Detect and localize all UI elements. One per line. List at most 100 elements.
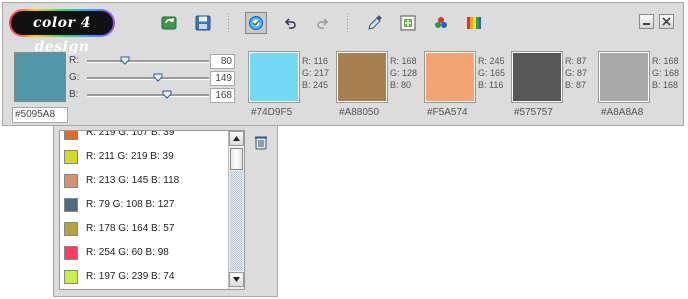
history-list-item[interactable]: R: 213 G: 145 B: 118 <box>60 170 228 194</box>
history-panel: R: 219 G: 107 B: 39 R: 211 G: 219 B: 39 R:… <box>53 126 278 297</box>
swatch-r: R: 87 <box>565 56 587 66</box>
swatch-hex: #A88050 <box>339 107 380 118</box>
red-value[interactable]: 80 <box>210 54 235 69</box>
green-value[interactable]: 149 <box>210 71 235 86</box>
color-swatch[interactable]: R: 116 G: 217 B: 245 #74D9F5 <box>248 51 337 122</box>
toolbar: color 4 design <box>3 3 683 55</box>
scroll-up-button[interactable] <box>229 131 244 146</box>
green-slider[interactable] <box>87 73 209 82</box>
swatch-rgb: R: 168 G: 168 B: 168 <box>652 55 679 91</box>
swatch-r: R: 116 <box>302 56 328 66</box>
swatch-b: B: 245 <box>302 80 329 90</box>
history-list-item[interactable]: R: 254 G: 60 B: 98 <box>60 242 228 266</box>
swatch-rgb: R: 87 G: 87 B: 87 <box>565 55 587 91</box>
red-label: R: <box>69 55 79 66</box>
swatch-r: R: 168 <box>390 56 417 66</box>
history-rgb-text: R: 211 G: 219 B: 39 <box>86 151 174 162</box>
close-button[interactable] <box>659 14 674 29</box>
redo-icon <box>317 18 329 29</box>
add-icon <box>400 15 416 31</box>
history-color-chip <box>64 150 78 164</box>
swatch-r: R: 168 <box>652 56 679 66</box>
swatch-r: R: 245 <box>478 56 505 66</box>
app-logo: color 4 design <box>9 9 115 55</box>
color-wheel-button[interactable] <box>245 12 267 34</box>
blue-slider[interactable] <box>87 90 209 99</box>
save-button[interactable] <box>193 13 213 33</box>
color-swatch[interactable]: R: 87 G: 87 B: 87 #575757 <box>511 51 600 122</box>
swatch-g: G: 87 <box>565 68 588 78</box>
close-icon <box>662 17 671 26</box>
toolbar-separator <box>228 13 229 33</box>
history-list-item[interactable]: R: 79 G: 108 B: 127 <box>60 194 228 218</box>
swatch-b: B: 168 <box>652 80 679 90</box>
arrow-up-icon <box>233 136 240 141</box>
scroll-track[interactable] <box>230 171 243 271</box>
history-list-item[interactable]: R: 197 G: 239 B: 74 <box>60 266 228 289</box>
blue-slider-thumb[interactable] <box>162 89 172 99</box>
swatch-hex: #A8A8A8 <box>601 107 644 118</box>
swatch-rgb: R: 168 G: 128 B: 80 <box>390 55 417 91</box>
red-slider[interactable] <box>87 56 209 65</box>
swatch-color-box[interactable] <box>598 51 650 103</box>
swatch-g: G: 128 <box>390 68 418 78</box>
minimize-button[interactable] <box>639 14 654 29</box>
history-list-item[interactable]: R: 178 G: 164 B: 57 <box>60 218 228 242</box>
swatch-hex: #74D9F5 <box>251 107 293 118</box>
history-rgb-text: R: 213 G: 145 B: 118 <box>86 175 180 186</box>
main-window: color 4 design #5095A8 R: 80 G: 149 B: 1… <box>2 2 684 126</box>
refresh-button[interactable] <box>160 13 180 33</box>
history-rgb-text: R: 178 G: 164 B: 57 <box>86 223 175 234</box>
history-list-item[interactable]: R: 219 G: 107 B: 39 <box>60 130 228 146</box>
palette-icon <box>467 17 481 29</box>
color-4-design-app: color 4 design #5095A8 R: 80 G: 149 B: 1… <box>0 0 688 299</box>
arrow-down-icon <box>233 277 240 282</box>
current-color-swatch[interactable] <box>14 52 66 102</box>
swatch-color-box[interactable] <box>424 51 476 103</box>
green-label: G: <box>69 72 80 83</box>
palette-button[interactable] <box>464 13 484 33</box>
save-icon <box>195 15 211 31</box>
history-color-chip <box>64 131 78 140</box>
color-swatch[interactable]: R: 168 G: 168 B: 168 #A8A8A8 <box>598 51 687 122</box>
swatch-color-box[interactable] <box>511 51 563 103</box>
vertical-scrollbar[interactable] <box>228 131 244 289</box>
history-rgb-text: R: 197 G: 239 B: 74 <box>86 271 175 282</box>
history-color-chip <box>64 198 78 212</box>
eyedropper-icon <box>368 15 382 30</box>
history-rgb-text: R: 219 G: 107 B: 39 <box>86 130 175 138</box>
minimize-icon <box>643 23 650 25</box>
rgb-button[interactable] <box>431 13 451 33</box>
swatch-color-box[interactable] <box>336 51 388 103</box>
color-swatch[interactable]: R: 168 G: 128 B: 80 #A88050 <box>336 51 425 122</box>
scroll-down-button[interactable] <box>229 272 244 287</box>
swatch-color-box[interactable] <box>248 51 300 103</box>
swatch-rgb: R: 116 G: 217 B: 245 <box>302 55 329 91</box>
history-rgb-text: R: 79 G: 108 B: 127 <box>86 199 175 210</box>
eyedropper-button[interactable] <box>365 13 385 33</box>
blue-value[interactable]: 168 <box>210 88 235 103</box>
add-color-button[interactable] <box>398 13 418 33</box>
scroll-thumb[interactable] <box>230 148 243 170</box>
swatch-g: G: 165 <box>478 68 506 78</box>
history-color-chip <box>64 174 78 188</box>
blue-label: B: <box>69 89 79 100</box>
history-list-item[interactable]: R: 211 G: 219 B: 39 <box>60 146 228 170</box>
undo-icon <box>284 18 296 29</box>
redo-button[interactable] <box>313 13 333 33</box>
swatch-rgb: R: 245 G: 165 B: 116 <box>478 55 505 91</box>
red-slider-thumb[interactable] <box>120 55 130 65</box>
swatch-g: G: 168 <box>652 68 680 78</box>
history-color-chip <box>64 270 78 284</box>
color-history-list: R: 219 G: 107 B: 39 R: 211 G: 219 B: 39 R:… <box>59 130 245 290</box>
toolbar-separator <box>347 13 348 33</box>
delete-button[interactable] <box>253 134 269 150</box>
history-rgb-text: R: 254 G: 60 B: 98 <box>86 247 169 258</box>
color-wheel-icon <box>249 16 263 30</box>
undo-button[interactable] <box>280 13 300 33</box>
history-color-chip <box>64 222 78 236</box>
color-swatch[interactable]: R: 245 G: 165 B: 116 #F5A574 <box>424 51 513 122</box>
hex-input[interactable]: #5095A8 <box>12 107 68 123</box>
history-color-chip <box>64 246 78 260</box>
green-slider-thumb[interactable] <box>153 72 163 82</box>
